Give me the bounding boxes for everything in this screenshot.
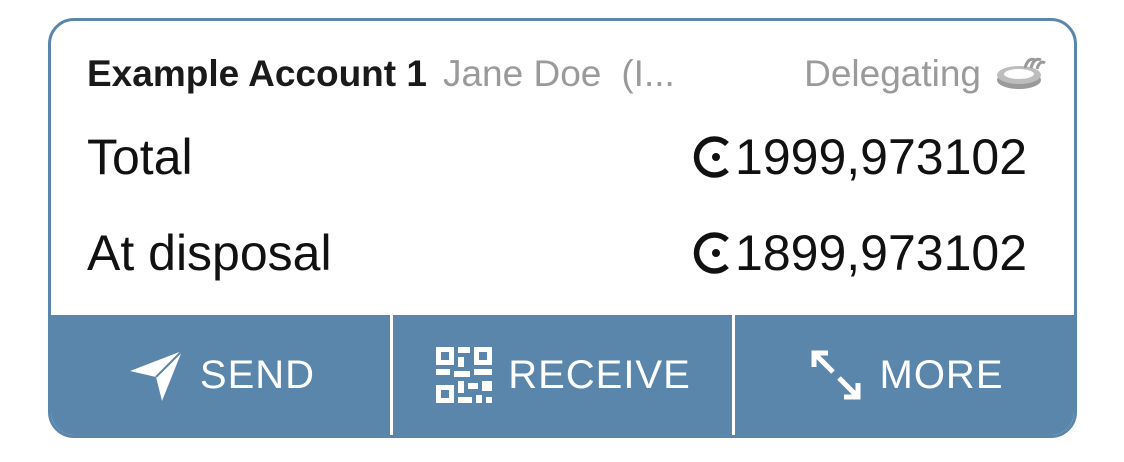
receive-label: RECEIVE: [508, 352, 691, 397]
more-label: MORE: [879, 352, 1004, 397]
owner-name: Jane Doe: [442, 53, 602, 94]
send-button[interactable]: SEND: [51, 315, 390, 435]
ccd-icon: [689, 228, 733, 278]
total-label: Total: [87, 129, 193, 185]
receive-button[interactable]: RECEIVE: [390, 315, 732, 435]
disposal-row: At disposal 1899,973102: [87, 221, 1027, 285]
status-badge: Delegating: [804, 53, 1047, 95]
total-row: Total 1999,973102: [87, 125, 1027, 189]
ccd-icon: [689, 132, 733, 182]
qr-code-icon: [434, 345, 494, 405]
disposal-value: 1899,973102: [735, 225, 1027, 281]
total-value: 1999,973102: [735, 129, 1027, 185]
paper-plane-icon: [126, 345, 186, 405]
more-button[interactable]: MORE: [732, 315, 1074, 435]
account-card[interactable]: Example Account 1 Jane Doe (I... Delegat…: [48, 18, 1077, 438]
identity-label: (I...: [621, 53, 675, 94]
send-label: SEND: [199, 352, 316, 397]
disposal-amount: 1899,973102: [689, 224, 1027, 282]
delegation-icon: [995, 54, 1047, 94]
status-label: Delegating: [804, 53, 981, 94]
account-name: Example Account 1: [87, 53, 427, 94]
total-amount: 1999,973102: [689, 128, 1027, 186]
disposal-label: At disposal: [87, 225, 332, 281]
action-bar: SEND RECEIVE MORE: [51, 315, 1074, 435]
account-header: Example Account 1 Jane Doe (I... Delegat…: [87, 51, 1047, 97]
expand-arrows-icon: [806, 345, 866, 405]
